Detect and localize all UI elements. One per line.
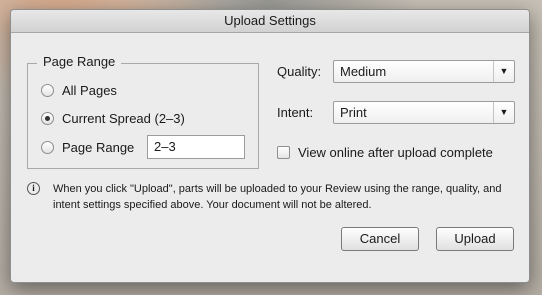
radio-label: Current Spread (2–3)	[62, 110, 185, 126]
radio-label: All Pages	[62, 82, 117, 98]
radio-button-selected[interactable]	[41, 111, 54, 125]
dropdown-arrow-icon[interactable]: ▼	[493, 102, 514, 123]
info-icon: i	[27, 182, 40, 195]
radio-button[interactable]	[41, 140, 54, 154]
radio-page-range[interactable]: Page Range	[41, 138, 134, 156]
intent-label: Intent:	[277, 105, 314, 120]
info-note: When you click "Upload", parts will be u…	[53, 183, 502, 211]
upload-button[interactable]: Upload	[436, 227, 514, 251]
view-online-option[interactable]: View online after upload complete	[277, 145, 493, 160]
intent-select[interactable]: Print ▼	[333, 101, 515, 124]
intent-value: Print	[340, 105, 367, 120]
radio-label: Page Range	[62, 139, 135, 155]
page-range-input[interactable]: 2–3	[147, 135, 245, 159]
upload-settings-dialog: Upload Settings Page Range All Pages Cur…	[10, 9, 530, 283]
dialog-title: Upload Settings	[11, 10, 529, 33]
radio-current-spread[interactable]: Current Spread (2–3)	[41, 109, 185, 127]
quality-label: Quality:	[277, 64, 322, 79]
quality-value: Medium	[340, 64, 387, 79]
quality-select[interactable]: Medium ▼	[333, 60, 515, 83]
radio-all-pages[interactable]: All Pages	[41, 81, 117, 99]
view-online-checkbox[interactable]	[277, 146, 290, 159]
view-online-label: View online after upload complete	[298, 145, 493, 160]
dropdown-arrow-icon[interactable]: ▼	[493, 61, 514, 82]
cancel-button[interactable]: Cancel	[341, 227, 419, 251]
radio-button[interactable]	[41, 83, 54, 97]
page-range-legend: Page Range	[37, 54, 122, 69]
